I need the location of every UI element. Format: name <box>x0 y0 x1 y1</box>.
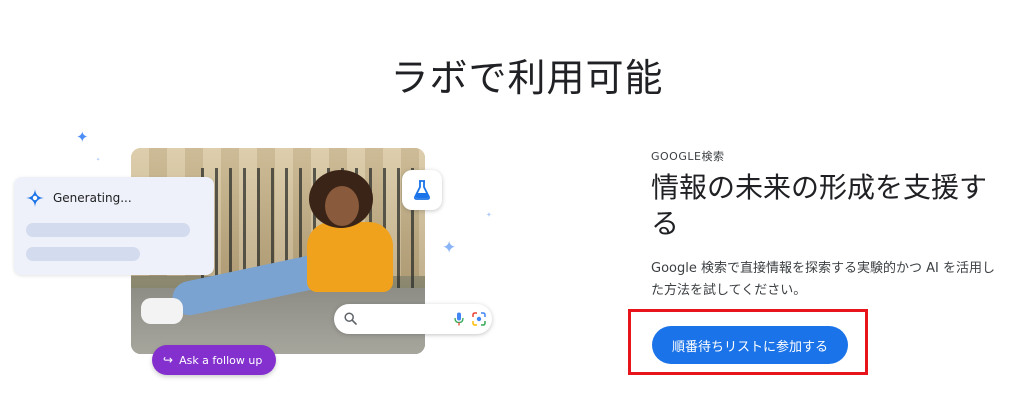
gemini-star-icon <box>26 189 44 207</box>
sparkle-icon: ✦ <box>76 128 89 146</box>
section-title: ラボで利用可能 <box>390 56 664 101</box>
mic-icon <box>454 312 464 326</box>
loading-placeholder <box>26 247 140 261</box>
search-bar <box>334 304 492 334</box>
sparkle-icon: ✦ <box>486 211 492 219</box>
follow-up-label: Ask a follow up <box>179 353 263 367</box>
feature-eyebrow: GOOGLE検索 <box>651 150 725 163</box>
join-waitlist-button[interactable]: 順番待ちリストに参加する <box>652 326 848 364</box>
generating-card: Generating... <box>14 177 214 275</box>
lens-icon <box>472 312 486 326</box>
illustration: ✦ ✦ ✦ ✦ Generating... ↪ Ask a follow up <box>0 120 520 407</box>
feature-headline: 情報の未来の形成を支援する <box>651 171 988 240</box>
sparkle-icon: ✦ <box>442 238 457 258</box>
labs-chip <box>402 170 442 210</box>
follow-up-arrow-icon: ↪ <box>163 353 174 367</box>
generating-label: Generating... <box>53 191 132 205</box>
search-icon <box>344 312 357 325</box>
sparkle-icon: ✦ <box>96 157 101 163</box>
flask-icon <box>414 180 430 200</box>
feature-description: Google 検索で直接情報を探索する実験的かつ AI を活用した方法を試してく… <box>651 261 995 298</box>
loading-placeholder <box>26 223 190 237</box>
follow-up-chip: ↪ Ask a follow up <box>152 345 277 375</box>
